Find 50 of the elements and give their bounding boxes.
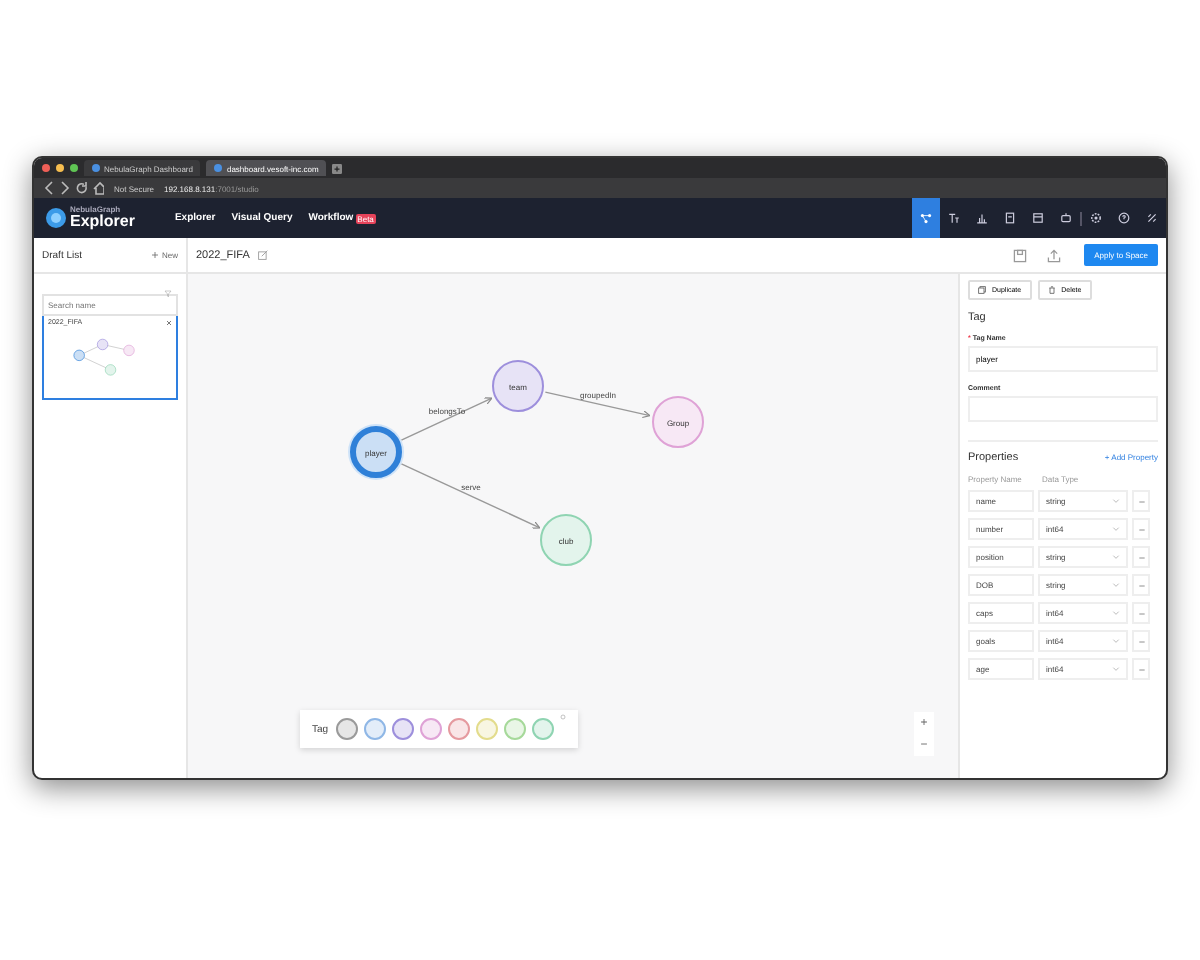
chevron-down-icon [1112,498,1120,504]
close-window-icon[interactable] [42,164,50,172]
chevron-down-icon [1112,554,1120,560]
minus-icon [1137,581,1145,589]
close-icon[interactable] [166,319,172,325]
edit-icon[interactable] [257,250,268,260]
new-tab-icon[interactable] [332,163,343,173]
chevron-down-icon [1112,526,1120,532]
chevron-down-icon [1112,582,1120,588]
remove-button[interactable] [1132,630,1150,652]
logo-icon [46,208,66,228]
save-icon[interactable] [1012,247,1029,263]
navigation-icons[interactable] [44,180,104,196]
color-swatch[interactable] [420,718,443,740]
color-swatch[interactable] [532,718,555,740]
edge-arrow[interactable] [400,397,493,441]
edge-arrow[interactable] [544,391,651,419]
remove-button[interactable] [1132,490,1150,512]
schema-tool-icon[interactable] [912,198,940,238]
remove-button[interactable] [1132,602,1150,624]
chevron-down-icon [1112,610,1120,616]
copy-icon [978,286,986,294]
remove-button[interactable] [1132,574,1150,596]
filter-icon [164,289,172,297]
plus-icon [151,252,158,258]
remove-button[interactable] [1132,518,1150,540]
color-swatch[interactable] [448,718,471,740]
chevron-down-icon [1112,638,1120,644]
minus-icon [1137,497,1145,505]
minus-icon [1137,665,1145,673]
globe-icon [92,164,100,172]
pin-icon[interactable] [560,714,567,720]
minus-icon [1137,553,1145,561]
color-swatch[interactable] [504,718,527,740]
upload-icon[interactable] [1046,247,1063,263]
edge-arrow[interactable] [400,463,541,529]
color-swatch[interactable] [336,718,359,740]
minus-icon [1137,609,1145,617]
trash-icon [1047,286,1056,294]
chevron-down-icon [1112,666,1120,672]
product-name: Explorer [70,214,135,230]
remove-button[interactable] [1132,546,1150,568]
minus-icon [1137,525,1145,533]
color-swatch[interactable] [392,718,415,740]
color-swatch[interactable] [364,718,387,740]
globe-icon [214,164,223,172]
maximize-window-icon[interactable] [70,164,78,172]
remove-button[interactable] [1132,658,1150,680]
minimize-window-icon[interactable] [56,164,64,172]
minus-icon [1137,637,1145,645]
